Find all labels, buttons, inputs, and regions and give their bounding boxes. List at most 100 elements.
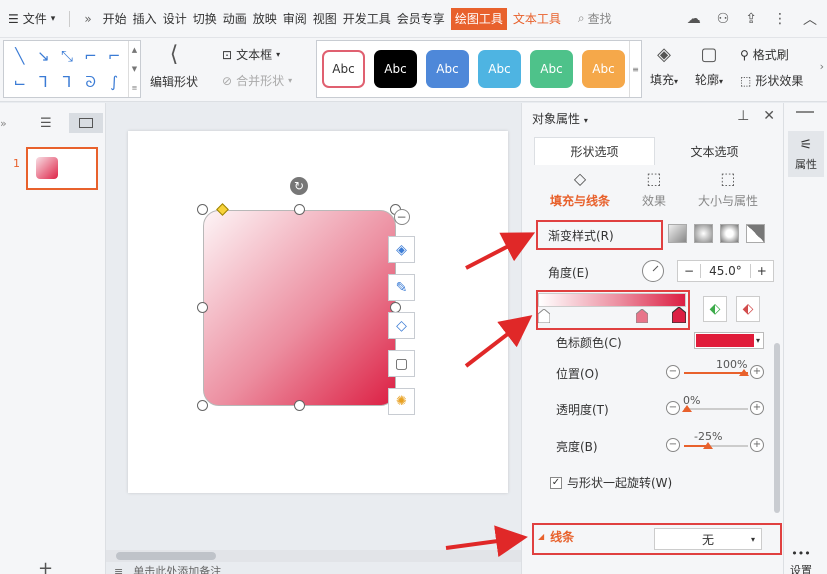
add-slide-icon[interactable]: + (38, 558, 53, 574)
brightness-increment[interactable]: + (750, 438, 764, 452)
expand-icon[interactable]: ≡ (132, 84, 138, 92)
caret-down-icon[interactable]: ▼ (132, 65, 137, 73)
panel-vertical-scrollbar[interactable] (774, 343, 780, 513)
collapse-ribbon-icon[interactable]: ︿ (803, 9, 817, 29)
textbox-button[interactable]: ⊡ 文本框 ▾ (222, 46, 280, 63)
gradient-rectangular-option[interactable] (720, 224, 739, 243)
style-preset-5[interactable]: Abc (530, 50, 573, 88)
style-preset-1[interactable]: Abc (322, 50, 365, 88)
freeform-icon[interactable]: ∫ (102, 69, 126, 95)
tab-animation[interactable]: 动画 (220, 8, 250, 30)
more-options-icon[interactable]: ⋮ (773, 11, 787, 27)
outline-view-icon[interactable]: ☰ (40, 116, 52, 131)
angle-decrement[interactable]: − (678, 264, 700, 278)
share-user-icon[interactable]: ⚇ (717, 11, 730, 27)
panel-title-dropdown[interactable]: 对象属性 ▾ (532, 110, 588, 127)
tab-text-options[interactable]: 文本选项 (655, 137, 774, 165)
angle-dial[interactable] (642, 260, 664, 282)
rounded-rectangle-shape[interactable] (203, 210, 396, 406)
stop-color-picker[interactable]: ▾ (694, 332, 764, 349)
angle-value[interactable]: 45.0° (700, 264, 751, 278)
close-icon[interactable]: ✕ (763, 108, 775, 124)
style-preset-6[interactable]: Abc (582, 50, 625, 88)
outline-button-float[interactable]: ▢ (388, 350, 415, 377)
style-preset-4[interactable]: Abc (478, 50, 521, 88)
tab-home[interactable]: 开始 (100, 8, 130, 30)
notes-bar[interactable]: ≡ 单击此处添加备注 (106, 562, 521, 574)
subtab-fill-line[interactable]: ◇ 填充与线条 (550, 169, 610, 213)
tab-text-tools[interactable]: 文本工具 (510, 8, 564, 30)
resize-handle-tl[interactable] (197, 204, 208, 215)
position-decrement[interactable]: − (666, 365, 680, 379)
angle-increment[interactable]: + (751, 264, 773, 278)
brightness-slider[interactable] (684, 445, 748, 447)
gradient-stop-3[interactable] (672, 307, 686, 323)
idea-button[interactable]: ✺ (388, 388, 415, 415)
edit-shape-button[interactable]: ⟨ 编辑形状 (150, 42, 198, 90)
gradient-stop-2[interactable] (636, 309, 648, 323)
tab-insert[interactable]: 插入 (130, 8, 160, 30)
line-shape-icon[interactable]: ╲ (8, 43, 32, 69)
fill-button[interactable]: ◈ 填充▾ (650, 44, 678, 88)
gradient-path-option[interactable] (746, 224, 765, 243)
tab-member[interactable]: 会员专享 (394, 8, 448, 30)
tab-transition[interactable]: 切换 (190, 8, 220, 30)
line-section-header[interactable]: ◢ 线条 (538, 528, 574, 545)
transparency-slider[interactable] (684, 408, 748, 410)
tab-view[interactable]: 视图 (310, 8, 340, 30)
thumbnail-view-button[interactable] (69, 113, 103, 133)
layers-button[interactable]: ◈ (388, 236, 415, 263)
gradient-stop-1[interactable] (538, 309, 550, 323)
curved-arrow-icon[interactable]: Ꞁ (55, 69, 79, 95)
brightness-slider-thumb[interactable] (703, 442, 713, 449)
search-button[interactable]: ⌕ 查找 (578, 10, 612, 27)
brightness-decrement[interactable]: − (666, 438, 680, 452)
horizontal-scrollbar[interactable] (106, 550, 521, 562)
subtab-size-properties[interactable]: ⬚ 大小与属性 (698, 169, 758, 213)
curved-connector-icon[interactable]: Ꞁ (32, 69, 56, 95)
transparency-increment[interactable]: + (750, 401, 764, 415)
slide[interactable]: ↻ − ◈ ✎ ◇ ▢ ✺ (128, 131, 508, 493)
add-stop-button[interactable]: ⬖ (703, 296, 727, 322)
more-tabs-button[interactable]: » (76, 12, 99, 26)
format-painter-button[interactable]: ⚲ 格式刷 (740, 46, 789, 63)
tab-review[interactable]: 审阅 (280, 8, 310, 30)
style-preset-3[interactable]: Abc (426, 50, 469, 88)
arrow-shape-icon[interactable]: ↘ (32, 43, 56, 69)
expand-panel-icon[interactable]: » (0, 117, 7, 130)
tab-slideshow[interactable]: 放映 (250, 8, 280, 30)
properties-button[interactable]: ⚟ 属性 (788, 131, 824, 177)
export-icon[interactable]: ⇪ (745, 11, 757, 27)
pen-button[interactable]: ✎ (388, 274, 415, 301)
tab-drawing-tools[interactable]: 绘图工具 (450, 7, 507, 30)
caret-up-icon[interactable]: ▲ (132, 46, 137, 54)
settings-button[interactable]: ••• 设置 (790, 547, 812, 574)
tab-design[interactable]: 设计 (160, 8, 190, 30)
horizontal-scroll-thumb[interactable] (116, 552, 216, 560)
gradient-radial-option[interactable] (694, 224, 713, 243)
pin-icon[interactable]: ⊥ (737, 108, 749, 124)
style-gallery-expand[interactable]: ≡ (629, 41, 641, 97)
cloud-sync-icon[interactable]: ☁ (687, 11, 701, 27)
rotate-with-shape-option[interactable]: ✓ 与形状一起旋转(W) (550, 474, 672, 491)
fill-button-float[interactable]: ◇ (388, 312, 415, 339)
file-menu[interactable]: ☰ 文件 ▾ (0, 0, 63, 37)
resize-handle-b[interactable] (294, 400, 305, 411)
collapse-toolbar-icon[interactable]: − (393, 209, 410, 225)
shapes-scroll[interactable]: ▲ ▼ ≡ (128, 41, 140, 97)
tab-shape-options[interactable]: 形状选项 (534, 137, 655, 165)
ribbon-scroll-right-icon[interactable]: › (820, 60, 824, 73)
double-arrow-shape-icon[interactable]: ⤡ (55, 43, 79, 69)
shape-effect-button[interactable]: ⬚ 形状效果 (740, 72, 803, 89)
resize-handle-t[interactable] (294, 204, 305, 215)
elbow-double-arrow-icon[interactable]: ⌙ (8, 69, 32, 95)
position-increment[interactable]: + (750, 365, 764, 379)
curved-double-arrow-icon[interactable]: ᘐ (79, 69, 103, 95)
merge-shape-button[interactable]: ⊘ 合并形状 ▾ (222, 72, 292, 89)
remove-stop-button[interactable]: ⬖ (736, 296, 760, 322)
elbow-arrow-icon[interactable]: ⌐ (102, 43, 126, 69)
slide-thumbnail[interactable] (26, 147, 98, 190)
gradient-linear-option[interactable] (668, 224, 687, 243)
transparency-decrement[interactable]: − (666, 401, 680, 415)
gradient-bar[interactable] (538, 293, 686, 307)
